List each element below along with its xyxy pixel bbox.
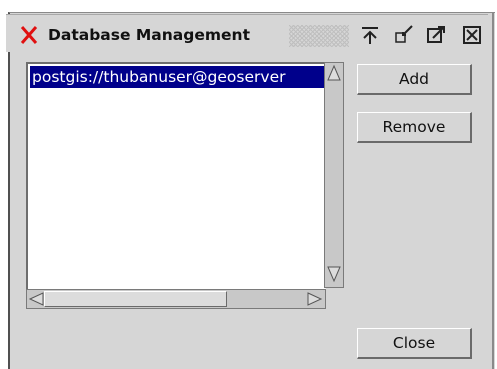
database-list[interactable]: postgis://thubanuser@geoserver <box>26 62 326 290</box>
horizontal-scroll-thumb[interactable] <box>44 291 227 307</box>
scroll-down-arrow-icon[interactable] <box>326 265 342 283</box>
add-button[interactable]: Add <box>357 64 472 95</box>
remove-button[interactable]: Remove <box>357 112 472 143</box>
shade-icon[interactable] <box>393 24 415 46</box>
window-border <box>492 12 494 369</box>
kill-window-icon[interactable] <box>461 24 483 46</box>
close-button[interactable]: Close <box>357 328 472 359</box>
pin-icon[interactable] <box>359 24 381 46</box>
scroll-left-arrow-icon[interactable] <box>28 291 44 307</box>
scroll-up-arrow-icon[interactable] <box>326 64 342 82</box>
maximize-icon[interactable] <box>425 24 447 46</box>
list-item[interactable]: postgis://thubanuser@geoserver <box>30 66 325 88</box>
scroll-right-arrow-icon[interactable] <box>307 291 323 307</box>
title-bar-pattern <box>289 25 349 47</box>
window-title: Database Management <box>48 26 250 44</box>
close-icon[interactable] <box>18 24 40 46</box>
vertical-scrollbar[interactable] <box>324 62 344 288</box>
horizontal-scrollbar[interactable] <box>26 289 326 309</box>
